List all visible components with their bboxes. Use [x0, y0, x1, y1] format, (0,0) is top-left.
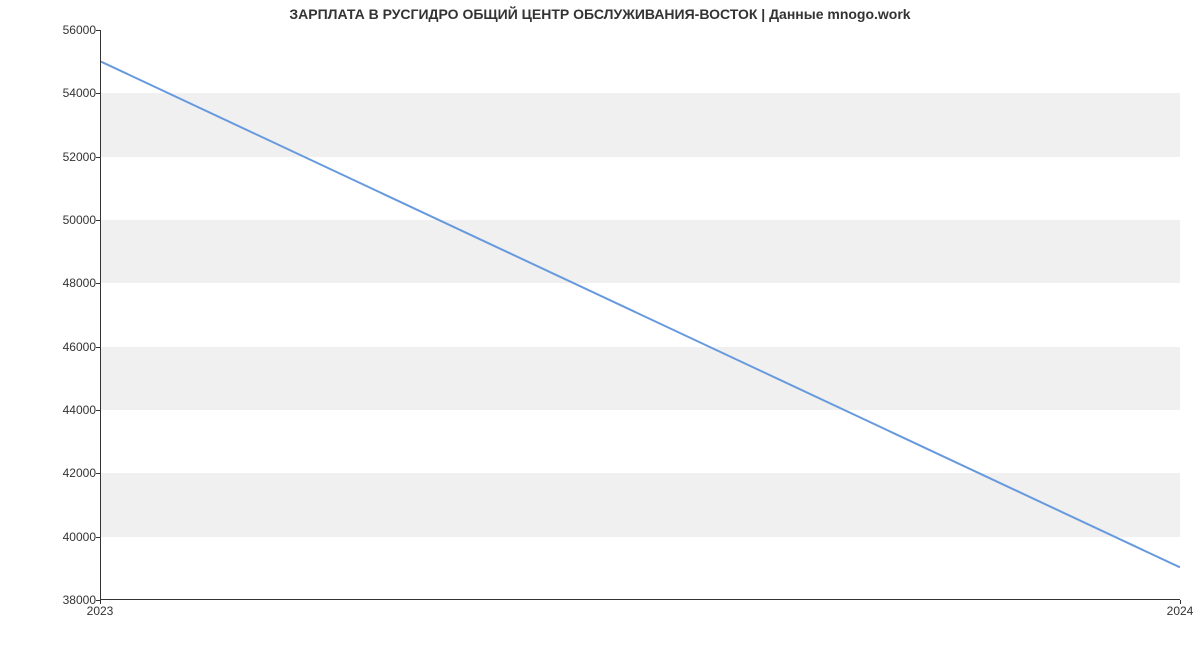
plot-area: [100, 30, 1180, 600]
y-tick-label: 48000: [36, 276, 96, 290]
chart-title: ЗАРПЛАТА В РУСГИДРО ОБЩИЙ ЦЕНТР ОБСЛУЖИВ…: [0, 6, 1200, 22]
y-tick-label: 46000: [36, 340, 96, 354]
y-tick-label: 42000: [36, 466, 96, 480]
y-tick-label: 50000: [36, 213, 96, 227]
line-series: [101, 30, 1180, 599]
chart-container: ЗАРПЛАТА В РУСГИДРО ОБЩИЙ ЦЕНТР ОБСЛУЖИВ…: [0, 0, 1200, 650]
x-tick-mark: [100, 600, 101, 604]
x-tick-label: 2023: [87, 604, 114, 618]
y-tick-label: 56000: [36, 23, 96, 37]
y-tick-label: 52000: [36, 150, 96, 164]
y-tick-label: 44000: [36, 403, 96, 417]
y-tick-label: 40000: [36, 530, 96, 544]
x-tick-label: 2024: [1167, 604, 1194, 618]
x-tick-mark: [1180, 600, 1181, 604]
y-tick-label: 54000: [36, 86, 96, 100]
